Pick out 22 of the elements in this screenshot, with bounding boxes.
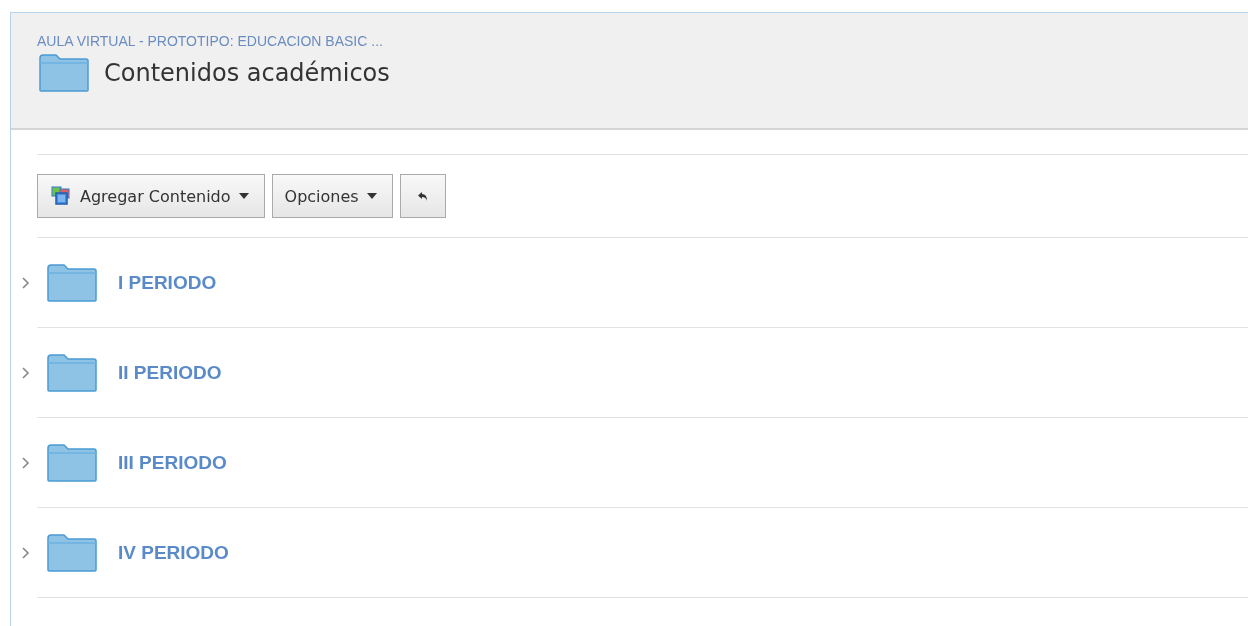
page-title: Contenidos académicos bbox=[104, 59, 390, 87]
folder-link[interactable]: IV PERIODO bbox=[118, 541, 229, 564]
folder-link[interactable]: III PERIODO bbox=[118, 451, 227, 474]
dropdown-button[interactable]: Opciones bbox=[271, 174, 393, 218]
folder-icon bbox=[47, 353, 97, 392]
folder-icon bbox=[47, 263, 97, 302]
chevron-icon[interactable] bbox=[21, 455, 30, 470]
caret-icon bbox=[366, 193, 377, 199]
breadcrumb-link[interactable]: AULA VIRTUAL - PROTOTIPO: EDUCACION BASIC ... bbox=[37, 33, 1222, 49]
chevron-icon[interactable] bbox=[21, 545, 30, 560]
dropdown-button[interactable]: Agregar Contenido bbox=[37, 174, 265, 218]
add-content-icon bbox=[50, 185, 72, 207]
caret-icon bbox=[238, 193, 249, 199]
folder-icon bbox=[47, 533, 97, 572]
chevron-icon[interactable] bbox=[21, 275, 30, 290]
chevron-icon[interactable] bbox=[21, 365, 30, 380]
back-button[interactable] bbox=[399, 174, 446, 218]
undo-arrow-icon bbox=[416, 190, 429, 202]
folder-link[interactable]: II PERIODO bbox=[118, 361, 222, 384]
folder-link[interactable]: I PERIODO bbox=[118, 271, 217, 294]
folder-icon bbox=[39, 54, 89, 92]
folder-icon bbox=[47, 443, 97, 482]
